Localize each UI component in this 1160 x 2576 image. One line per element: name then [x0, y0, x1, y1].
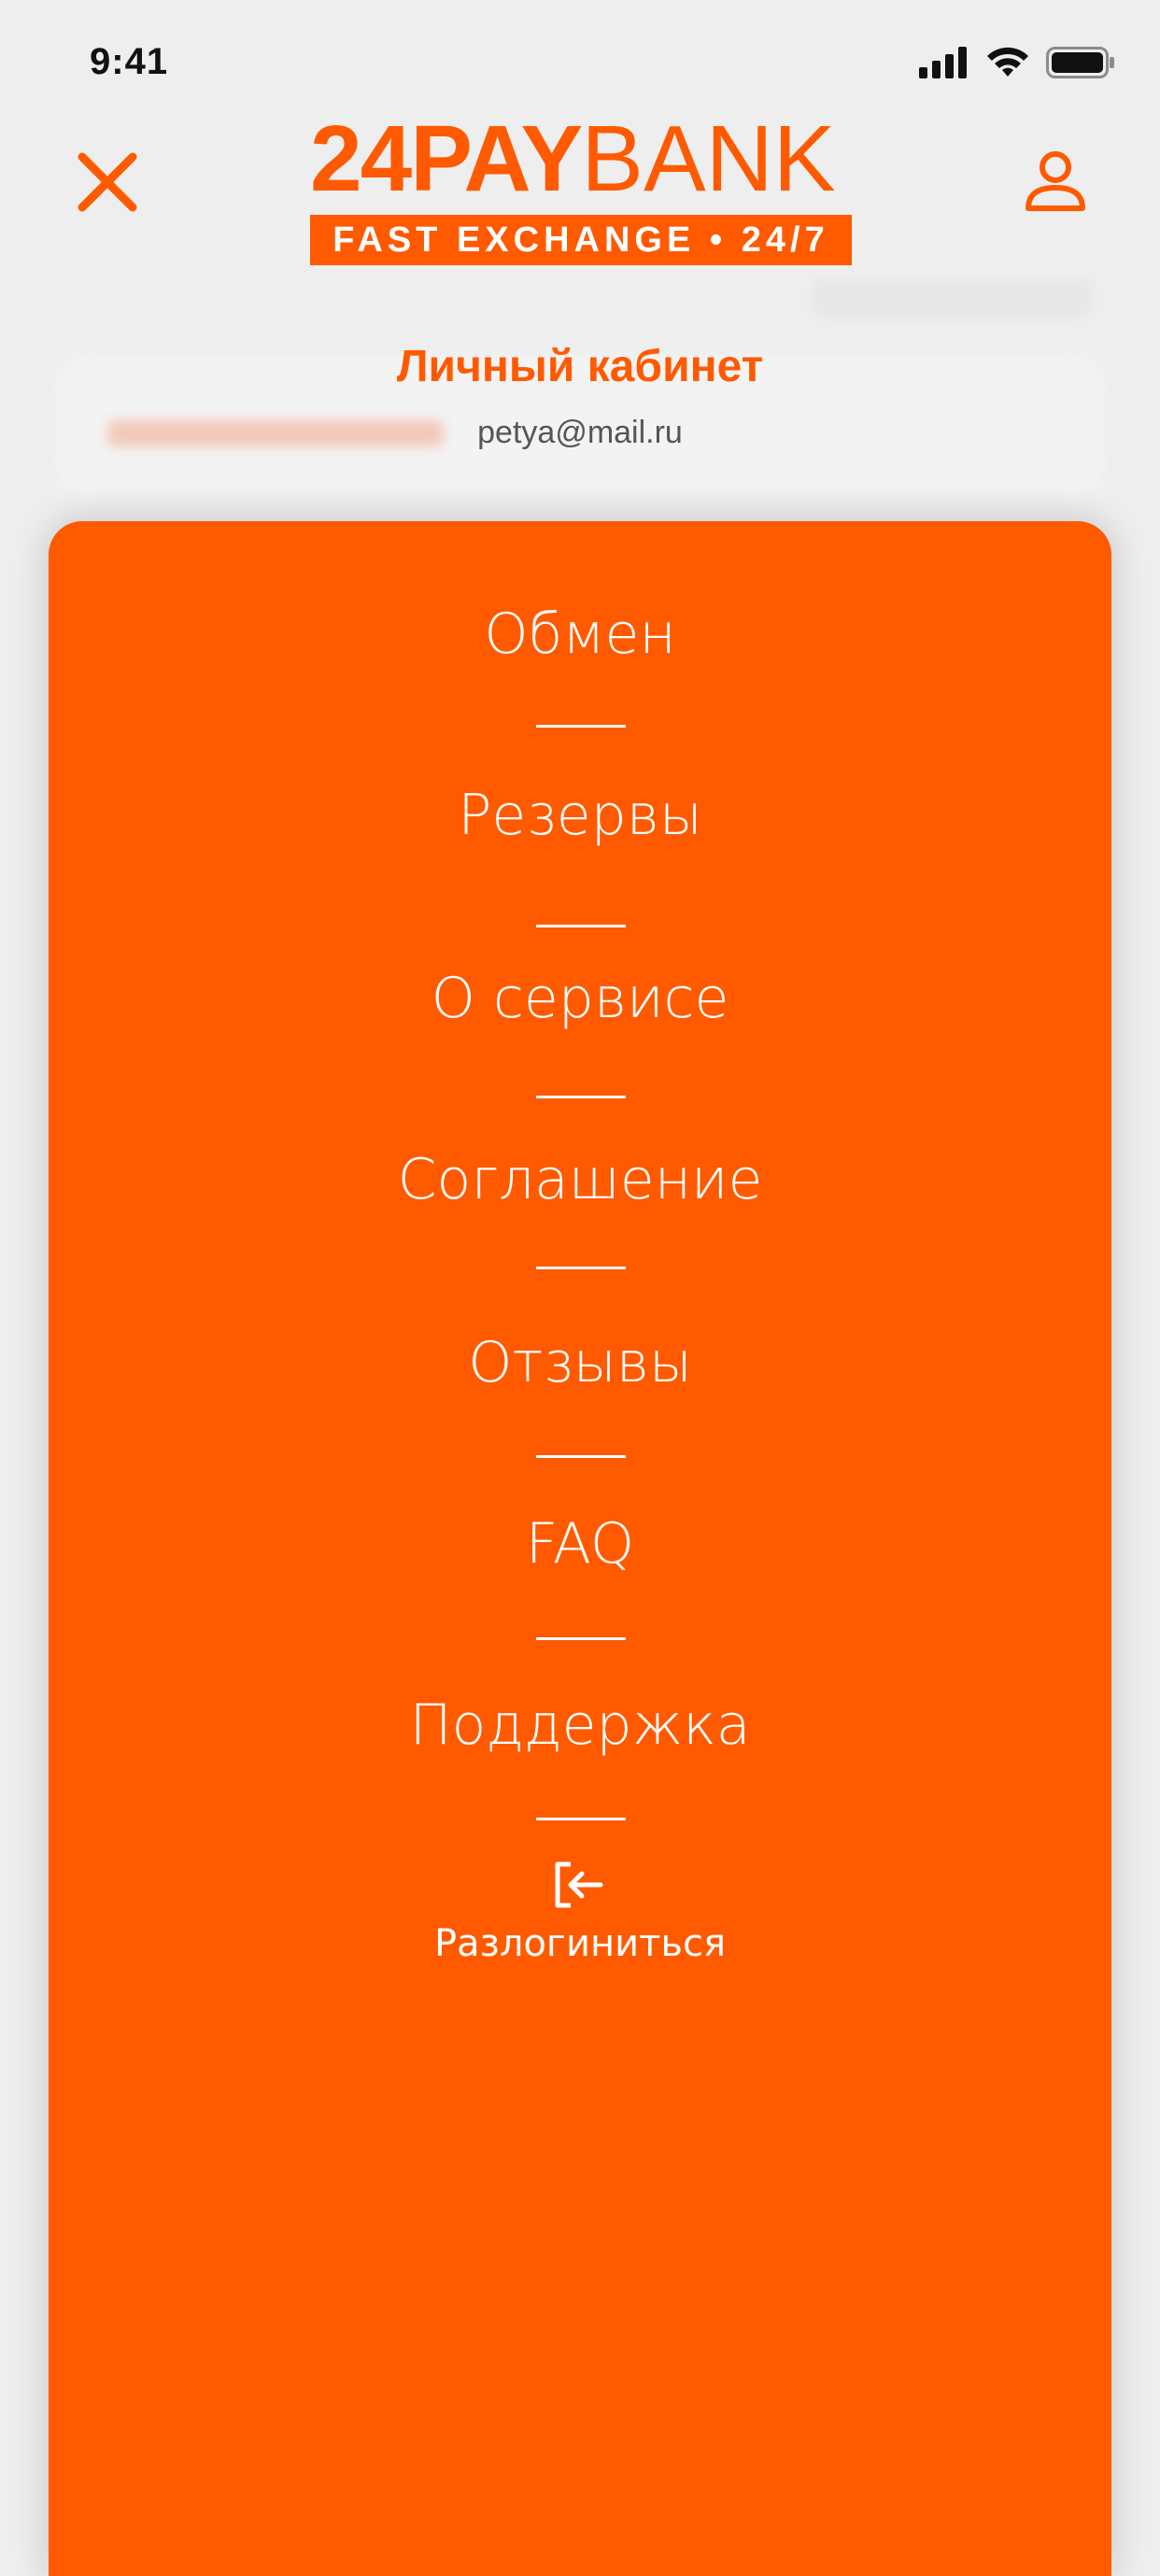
- menu-divider: [536, 725, 626, 728]
- background-extra-placeholder: [813, 280, 1093, 318]
- close-menu-button[interactable]: [65, 140, 149, 224]
- battery-icon: [1046, 47, 1114, 78]
- logo-wordmark: 24PAYBANK: [310, 110, 836, 207]
- menu-item-about[interactable]: О сервисе: [49, 966, 1111, 1031]
- close-icon: [78, 152, 137, 212]
- header: 24PAYBANK FAST EXCHANGE • 24/7: [0, 103, 1160, 271]
- account-title[interactable]: Личный кабинет: [0, 341, 1160, 392]
- menu-item-reserves[interactable]: Резервы: [49, 783, 1111, 848]
- menu-divider: [536, 1096, 626, 1098]
- menu-divider: [536, 925, 626, 927]
- menu-divider: [536, 1637, 626, 1640]
- status-icons: [919, 47, 1115, 78]
- menu-item-faq[interactable]: FAQ: [49, 1511, 1111, 1577]
- logo-brand-bold: 24PAY: [310, 106, 583, 211]
- menu-divider: [536, 1455, 626, 1458]
- menu-item-agreement[interactable]: Соглашение: [49, 1147, 1111, 1212]
- menu-divider: [536, 1267, 626, 1269]
- cellular-signal-icon: [919, 47, 967, 78]
- menu-item-reviews[interactable]: Отзывы: [49, 1330, 1111, 1395]
- profile-button[interactable]: [1009, 140, 1102, 224]
- status-time: 9:41: [90, 41, 169, 82]
- user-icon: [1026, 151, 1085, 211]
- logout-button[interactable]: Разлогиниться: [49, 1857, 1111, 1965]
- logo-tagline: FAST EXCHANGE • 24/7: [310, 215, 852, 265]
- menu-divider: [536, 1818, 626, 1820]
- wifi-icon: [987, 47, 1028, 77]
- menu-item-exchange[interactable]: Обмен: [49, 602, 1111, 667]
- brand-logo[interactable]: 24PAYBANK FAST EXCHANGE • 24/7: [310, 110, 852, 265]
- logout-icon: [555, 1861, 603, 1908]
- menu-item-support[interactable]: Поддержка: [49, 1692, 1111, 1758]
- logout-label: Разлогиниться: [433, 1922, 727, 1965]
- navigation-menu-panel: Обмен Резервы О сервисе Соглашение Отзыв…: [49, 521, 1111, 2576]
- account-email: petya@mail.ru: [477, 415, 683, 450]
- logo-brand-thin: BANK: [581, 106, 836, 211]
